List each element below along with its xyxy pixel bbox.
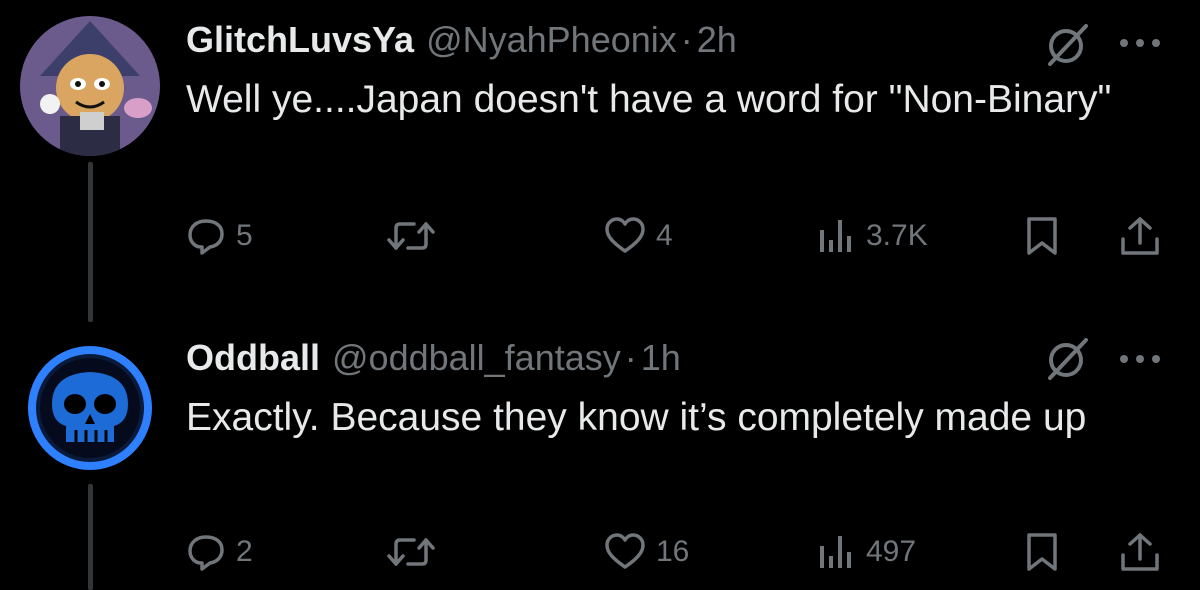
user-handle[interactable]: @oddball_fantasy [332, 336, 621, 380]
blue-skull-avatar-icon [20, 338, 160, 478]
tweet-header: Oddball @oddball_fantasy · 1h [186, 336, 681, 380]
heart-icon [605, 217, 645, 253]
tweet[interactable]: GlitchLuvsYa @NyahPheonix · 2h Well ye..… [0, 0, 1200, 300]
more-options-icon[interactable] [1118, 352, 1162, 366]
bookmark-button[interactable] [1024, 530, 1060, 574]
separator-dot: · [680, 19, 693, 60]
heart-icon [605, 533, 645, 569]
retweet-button[interactable] [386, 214, 446, 258]
user-handle[interactable]: @NyahPheonix [426, 18, 677, 62]
views-button[interactable]: 3.7K [816, 214, 928, 258]
display-name[interactable]: Oddball [186, 336, 320, 380]
reply-icon [188, 219, 224, 255]
grok-icon[interactable] [1044, 22, 1090, 68]
tweet-text: Exactly. Because they know it’s complete… [186, 396, 1087, 439]
tweet-header: GlitchLuvsYa @NyahPheonix · 2h [186, 18, 737, 62]
like-button[interactable]: 4 [604, 214, 673, 258]
reply-button[interactable]: 2 [186, 530, 253, 574]
grok-icon[interactable] [1044, 336, 1090, 382]
bookmark-icon [1027, 533, 1057, 571]
share-icon [1121, 533, 1159, 571]
more-options-icon[interactable] [1118, 36, 1162, 50]
share-button[interactable] [1118, 530, 1162, 574]
bookmark-icon [1027, 217, 1057, 255]
reply-icon [188, 535, 224, 571]
view-count: 497 [866, 535, 917, 568]
timestamp[interactable]: 2h [697, 18, 737, 62]
like-count: 16 [656, 535, 690, 568]
bookmark-button[interactable] [1024, 214, 1060, 258]
separator-dot: · [624, 337, 637, 378]
avatar[interactable] [20, 16, 160, 156]
avatar[interactable] [20, 338, 160, 478]
retweet-icon [387, 538, 435, 566]
share-icon [1121, 217, 1159, 255]
retweet-button[interactable] [386, 530, 446, 574]
share-button[interactable] [1118, 214, 1162, 258]
views-button[interactable]: 497 [816, 530, 916, 574]
analytics-icon [820, 536, 851, 568]
like-count: 4 [656, 219, 673, 252]
reply-button[interactable]: 5 [186, 214, 253, 258]
reply-count: 5 [236, 219, 253, 252]
retweet-icon [387, 222, 435, 250]
analytics-icon [820, 220, 851, 252]
timestamp[interactable]: 1h [641, 336, 681, 380]
view-count: 3.7K [866, 219, 928, 252]
like-button[interactable]: 16 [604, 530, 689, 574]
reply-count: 2 [236, 535, 253, 568]
display-name[interactable]: GlitchLuvsYa [186, 18, 414, 62]
tweet[interactable]: Oddball @oddball_fantasy · 1h Exactly. B… [0, 322, 1200, 590]
cartoon-character-avatar-icon [20, 16, 160, 156]
tweet-text: Well ye....Japan doesn't have a word for… [186, 78, 1112, 121]
